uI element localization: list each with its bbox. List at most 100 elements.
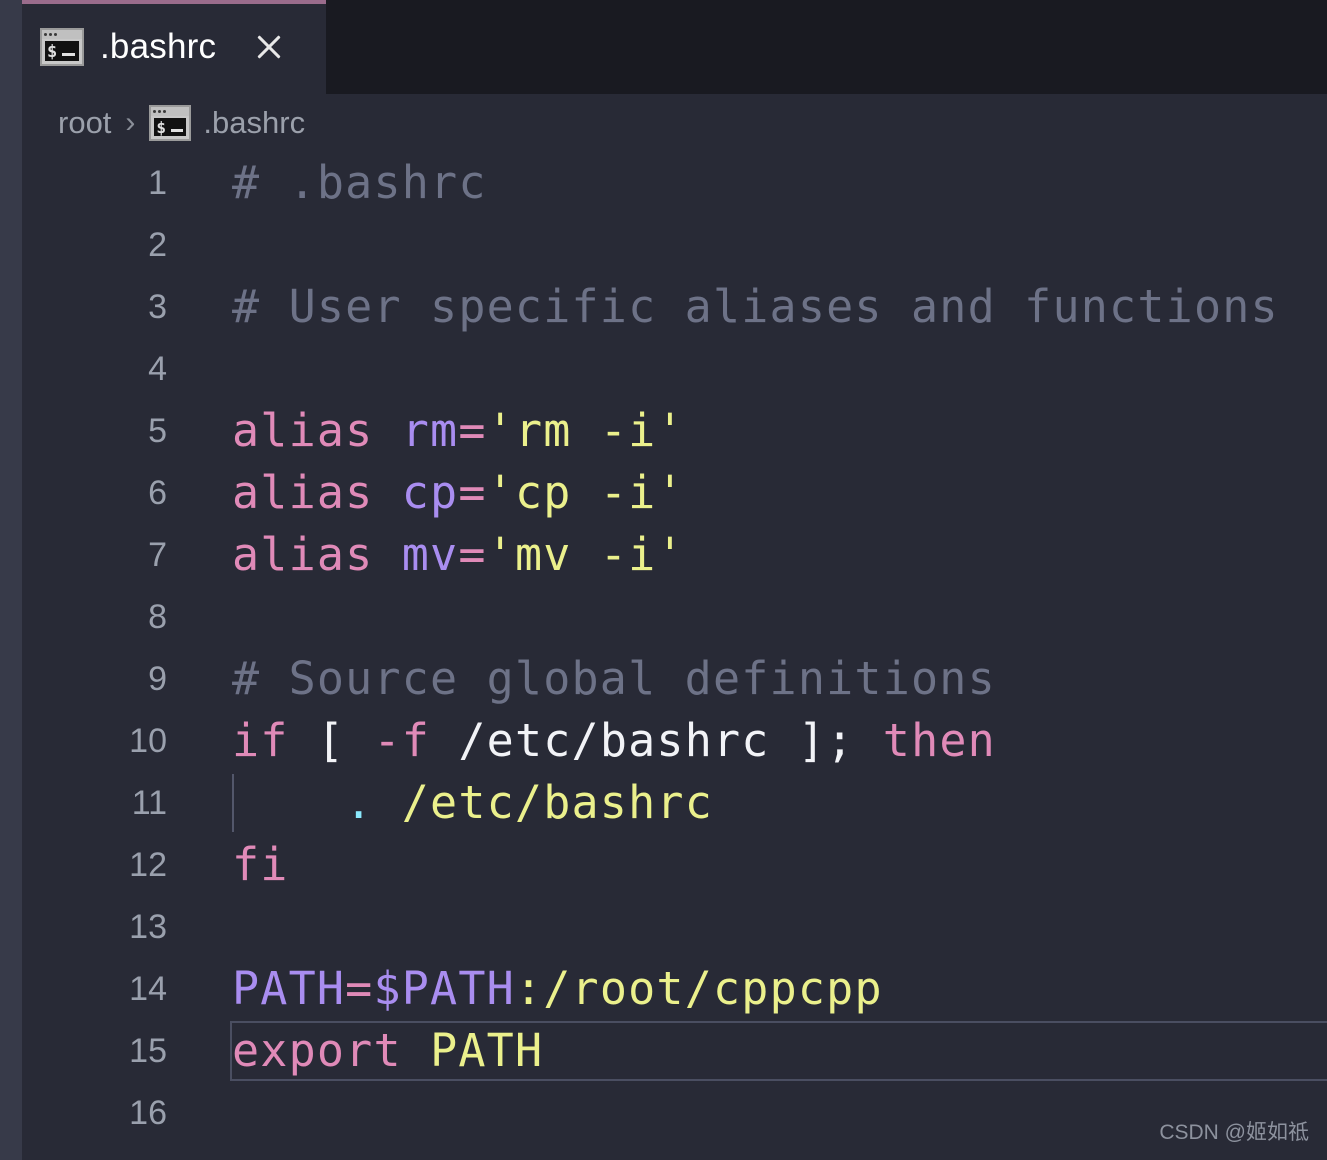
line-content[interactable] [175,214,1327,276]
terminal-icon-titlebar [42,30,82,39]
code-line[interactable]: 16 [22,1082,1327,1144]
code-token: = [345,962,374,1015]
code-token: :/root/cppcpp [514,962,883,1015]
close-icon[interactable] [248,26,290,68]
code-editor[interactable]: 1 # .bashrc 2 3 # User specific aliases and … [22,152,1327,1160]
code-line[interactable]: 10 if [ -f /etc/bashrc ]; then [22,710,1327,772]
line-content[interactable] [175,1082,1327,1144]
line-content[interactable]: . /etc/bashrc [175,772,1327,834]
code-line[interactable]: 13 [22,896,1327,958]
code-line[interactable]: 5 alias rm ='rm -i' [22,400,1327,462]
line-number: 13 [129,907,167,946]
code-token: alias [232,404,374,457]
code-token: 'mv -i' [486,528,685,581]
code-token: 'cp -i' [486,466,685,519]
terminal-icon-prompt: $ [47,42,58,62]
code-token: # Source global definitions [232,652,996,705]
breadcrumb: root › $ .bashrc [22,94,1327,152]
code-token: cp [401,466,459,519]
line-number: 16 [129,1093,167,1132]
code-token: = [458,404,487,457]
line-content[interactable]: alias mv ='mv -i' [175,524,1327,586]
line-content[interactable]: # .bashrc [175,152,1327,214]
line-content[interactable]: if [ -f /etc/bashrc ]; then [175,710,1327,772]
line-number: 7 [148,535,167,574]
code-token: . [345,776,374,829]
tab-bashrc[interactable]: $ .bashrc [22,0,326,94]
code-token: rm [401,404,459,457]
line-number: 8 [148,597,167,636]
line-number: 1 [148,163,167,202]
line-number: 6 [148,473,167,512]
line-content[interactable]: fi [175,834,1327,896]
tab-bar-empty-area [326,0,1327,94]
line-content[interactable]: alias rm ='rm -i' [175,400,1327,462]
code-line[interactable]: 8 [22,586,1327,648]
line-number: 3 [148,287,167,326]
code-token: /etc/bashrc [401,776,713,829]
tab-active-indicator [22,0,326,4]
line-number: 10 [129,721,167,760]
code-token: PATH [430,1024,544,1077]
code-line[interactable]: 7 alias mv ='mv -i' [22,524,1327,586]
terminal-icon-cursor [62,53,75,56]
code-token: if [232,714,289,767]
code-token: export [232,1024,402,1077]
code-token: alias [232,466,374,519]
line-number: 15 [129,1031,167,1070]
code-line[interactable]: 11 . /etc/bashrc [22,772,1327,834]
line-number: 11 [131,783,167,822]
terminal-icon-prompt: $ [156,118,167,137]
code-token: PATH [232,962,346,1015]
code-token: [ [316,714,346,767]
code-line[interactable]: 1 # .bashrc [22,152,1327,214]
line-number: 9 [148,659,167,698]
activity-bar [0,0,22,1160]
code-line[interactable]: 14 PATH = $PATH:/root/cppcpp [22,958,1327,1020]
code-token: # .bashrc [232,156,487,209]
line-number: 4 [148,349,167,388]
line-content[interactable]: PATH = $PATH:/root/cppcpp [175,958,1327,1020]
line-content[interactable]: alias cp ='cp -i' [175,462,1327,524]
editor-window: $ .bashrc root › $ .bashrc 1 # .bashrc 2 3 #… [0,0,1327,1160]
line-content[interactable]: # User specific aliases and functions [175,276,1327,338]
line-number: 5 [148,411,167,450]
code-token: = [458,466,487,519]
code-token: ]; [769,714,855,767]
terminal-icon-cursor [171,129,184,132]
terminal-icon-titlebar [151,107,190,116]
code-line[interactable]: 2 [22,214,1327,276]
chevron-right-icon: › [125,106,136,139]
code-line[interactable]: 15 export PATH [22,1020,1327,1082]
tab-bar: $ .bashrc [22,0,1327,94]
breadcrumb-item-file[interactable]: .bashrc [203,105,305,141]
line-content[interactable] [175,586,1327,648]
code-token: alias [232,528,374,581]
code-token: # User specific aliases and functions [232,280,1279,333]
line-content[interactable] [175,338,1327,400]
code-line[interactable]: 6 alias cp ='cp -i' [22,462,1327,524]
code-token: 'rm -i' [486,404,685,457]
code-line[interactable]: 3 # User specific aliases and functions [22,276,1327,338]
terminal-icon: $ [149,105,192,141]
code-line[interactable]: 9 # Source global definitions [22,648,1327,710]
code-line[interactable]: 12 fi [22,834,1327,896]
line-number: 12 [129,845,167,884]
code-token: /etc/bashrc [458,714,770,767]
line-content[interactable]: # Source global definitions [175,648,1327,710]
code-token: $PATH [373,962,515,1015]
breadcrumb-item-root[interactable]: root [58,105,111,141]
line-number: 14 [129,969,167,1008]
code-token: = [458,528,487,581]
line-content[interactable] [175,896,1327,958]
code-line[interactable]: 4 [22,338,1327,400]
line-content[interactable]: export PATH [175,1020,1327,1082]
